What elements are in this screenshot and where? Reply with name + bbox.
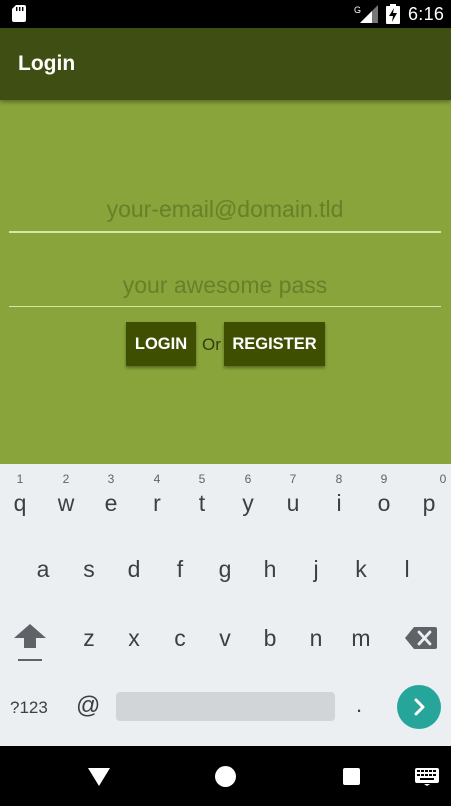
key-k[interactable]: k bbox=[339, 556, 383, 583]
key-o[interactable]: 9o bbox=[362, 472, 406, 517]
key-label: i bbox=[336, 490, 342, 516]
page-title: Login bbox=[18, 52, 76, 75]
key-e[interactable]: 3e bbox=[89, 472, 133, 517]
signal-icon: G bbox=[354, 5, 378, 23]
key-q[interactable]: 1q bbox=[0, 472, 42, 517]
password-input[interactable] bbox=[9, 272, 441, 299]
key-hint: 3 bbox=[107, 472, 115, 486]
keyboard-switch-icon[interactable] bbox=[415, 768, 439, 786]
app-bar: Login bbox=[0, 28, 451, 100]
soft-keyboard: 1q 2w 3e 4r 5t 6y 7u 8i 9o 0p a s d f g … bbox=[0, 464, 451, 746]
key-i[interactable]: 8i bbox=[317, 472, 361, 517]
email-field-container bbox=[9, 196, 441, 233]
key-label: o bbox=[377, 490, 391, 516]
key-l[interactable]: l bbox=[385, 556, 429, 583]
key-z[interactable]: z bbox=[67, 625, 111, 652]
key-n[interactable]: n bbox=[294, 625, 338, 652]
network-type: G bbox=[354, 5, 361, 15]
key-f[interactable]: f bbox=[158, 556, 202, 583]
key-label: p bbox=[422, 490, 436, 516]
go-button[interactable] bbox=[397, 685, 441, 729]
go-arrow-icon bbox=[414, 698, 425, 716]
back-icon[interactable] bbox=[88, 768, 110, 786]
battery-charging-icon bbox=[386, 4, 400, 24]
email-input[interactable] bbox=[9, 196, 441, 223]
home-icon[interactable] bbox=[215, 766, 236, 787]
shift-icon[interactable] bbox=[14, 624, 46, 662]
key-hint: 7 bbox=[289, 472, 297, 486]
recents-icon[interactable] bbox=[343, 768, 360, 785]
key-hint: 1 bbox=[16, 472, 24, 486]
key-hint: 6 bbox=[244, 472, 252, 486]
key-hint: 4 bbox=[153, 472, 161, 486]
key-hint: 2 bbox=[62, 472, 70, 486]
key-label: t bbox=[198, 490, 206, 516]
space-bar[interactable] bbox=[116, 692, 335, 721]
status-bar: G 6:16 bbox=[0, 0, 451, 28]
key-label: y bbox=[242, 490, 254, 516]
key-label: q bbox=[13, 490, 27, 516]
symbols-key[interactable]: ?123 bbox=[10, 698, 48, 718]
key-p[interactable]: 0p bbox=[407, 472, 451, 517]
backspace-icon[interactable] bbox=[405, 627, 437, 649]
key-label: w bbox=[57, 490, 75, 516]
register-button[interactable]: REGISTER bbox=[224, 322, 325, 366]
key-h[interactable]: h bbox=[248, 556, 292, 583]
key-a[interactable]: a bbox=[21, 556, 65, 583]
key-j[interactable]: j bbox=[294, 556, 338, 583]
key-x[interactable]: x bbox=[112, 625, 156, 652]
key-m[interactable]: m bbox=[339, 625, 383, 652]
login-button[interactable]: LOGIN bbox=[126, 322, 196, 366]
key-g[interactable]: g bbox=[203, 556, 247, 583]
key-y[interactable]: 6y bbox=[226, 472, 270, 517]
clock: 6:16 bbox=[408, 4, 445, 24]
key-u[interactable]: 7u bbox=[271, 472, 315, 517]
key-hint: 0 bbox=[439, 472, 447, 486]
key-t[interactable]: 5t bbox=[180, 472, 224, 517]
key-s[interactable]: s bbox=[67, 556, 111, 583]
key-hint: 8 bbox=[335, 472, 343, 486]
key-label: e bbox=[104, 490, 118, 516]
key-label: r bbox=[153, 490, 161, 516]
sd-card-icon bbox=[12, 5, 26, 22]
key-v[interactable]: v bbox=[203, 625, 247, 652]
navigation-bar bbox=[0, 746, 451, 806]
email-underline bbox=[9, 231, 441, 233]
key-label: u bbox=[286, 490, 300, 516]
at-key[interactable]: @ bbox=[76, 692, 100, 720]
login-form: LOGIN Or REGISTER bbox=[0, 100, 451, 464]
key-w[interactable]: 2w bbox=[44, 472, 88, 517]
or-text: Or bbox=[202, 335, 221, 354]
password-field-container bbox=[9, 272, 441, 307]
key-d[interactable]: d bbox=[112, 556, 156, 583]
key-hint: 9 bbox=[380, 472, 388, 486]
password-underline bbox=[9, 306, 441, 307]
key-hint: 5 bbox=[198, 472, 206, 486]
key-b[interactable]: b bbox=[248, 625, 292, 652]
key-c[interactable]: c bbox=[158, 625, 202, 652]
key-r[interactable]: 4r bbox=[135, 472, 179, 517]
period-key[interactable]: . bbox=[356, 692, 362, 718]
